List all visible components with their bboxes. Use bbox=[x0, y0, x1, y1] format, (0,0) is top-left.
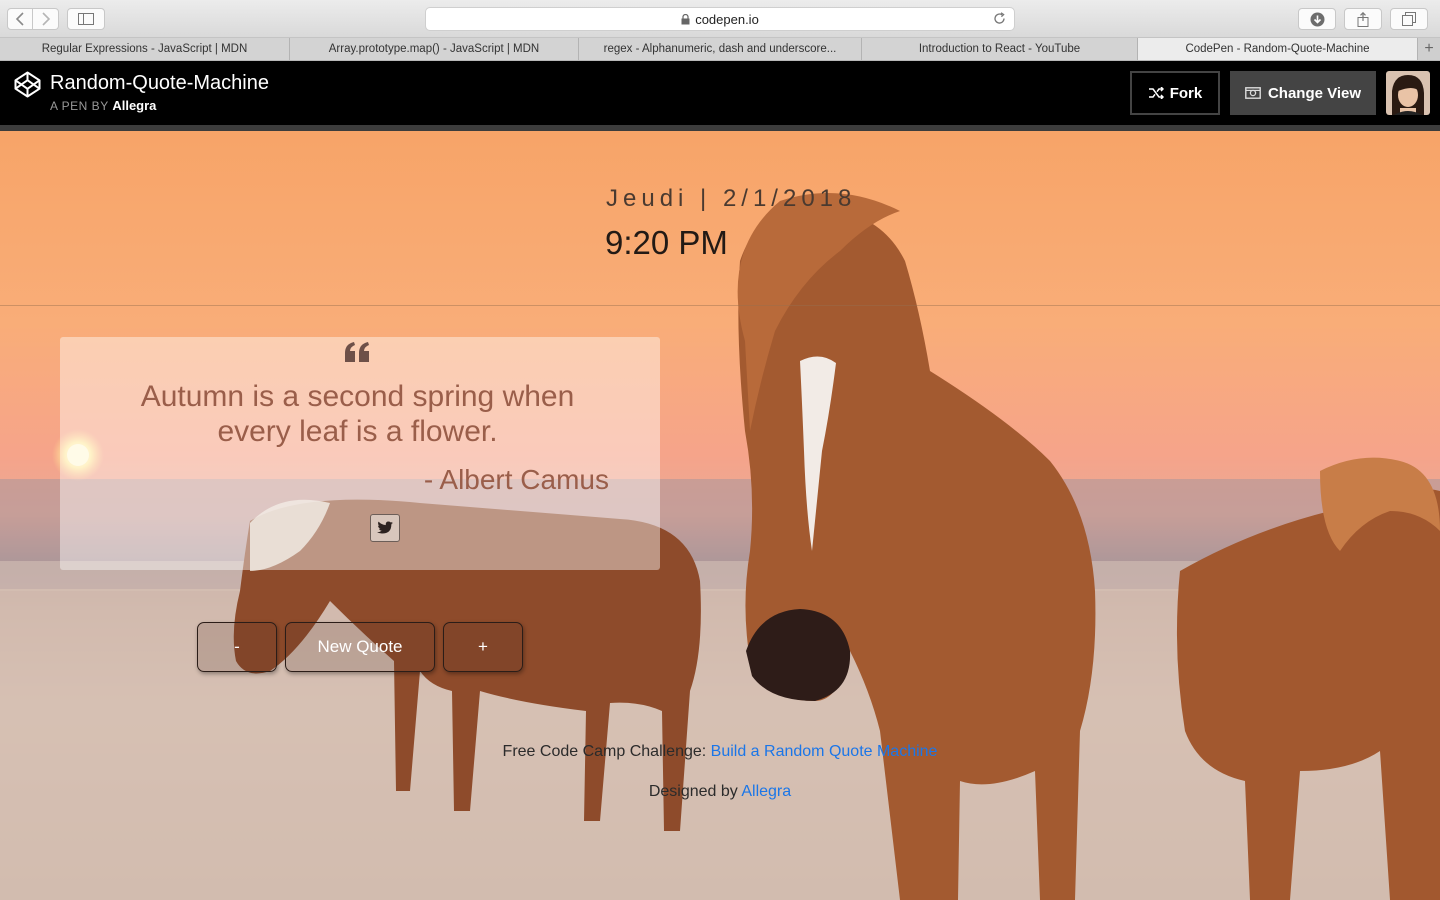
tab-bar: Regular Expressions - JavaScript | MDN A… bbox=[0, 38, 1440, 61]
challenge-link[interactable]: Build a Random Quote Machine bbox=[711, 743, 938, 760]
twitter-icon bbox=[377, 521, 393, 534]
share-button[interactable] bbox=[1344, 8, 1382, 30]
tabs-overview-icon bbox=[1402, 12, 1416, 26]
forward-button[interactable] bbox=[33, 8, 59, 30]
tab-codepen[interactable]: CodePen - Random-Quote-Machine bbox=[1138, 38, 1418, 60]
back-icon bbox=[15, 12, 24, 26]
tab-array-map-mdn[interactable]: Array.prototype.map() - JavaScript | MDN bbox=[290, 38, 579, 60]
tab-react-youtube[interactable]: Introduction to React - YouTube bbox=[862, 38, 1138, 60]
tab-label: regex - Alphanumeric, dash and underscor… bbox=[603, 43, 837, 55]
challenge-prefix: Free Code Camp Challenge: bbox=[502, 743, 711, 760]
toolbar-right bbox=[1290, 8, 1428, 30]
forward-icon bbox=[41, 12, 50, 26]
tab-label: Regular Expressions - JavaScript | MDN bbox=[41, 43, 248, 55]
tab-label: Introduction to React - YouTube bbox=[918, 43, 1081, 55]
designed-prefix: Designed by bbox=[648, 783, 742, 800]
increase-button[interactable]: + bbox=[443, 622, 523, 672]
browser-toolbar: codepen.io bbox=[0, 0, 1440, 38]
tab-regex-mdn[interactable]: Regular Expressions - JavaScript | MDN bbox=[0, 38, 290, 60]
quote-text: Autumn is a second spring when every lea… bbox=[140, 380, 575, 448]
history-nav bbox=[7, 8, 59, 30]
user-avatar[interactable] bbox=[1386, 71, 1430, 115]
designer-credit: Designed by Allegra bbox=[0, 783, 1440, 801]
fork-button[interactable]: Fork bbox=[1130, 71, 1220, 115]
sidebar-button[interactable] bbox=[67, 8, 105, 30]
pen-preview: Jeudi | 2/1/2018 9:20 PM Autumn is a sec… bbox=[0, 131, 1440, 900]
pen-byline: A PEN BY Allegra bbox=[50, 98, 156, 113]
change-view-button[interactable]: Change View bbox=[1230, 71, 1376, 115]
codepen-header: Random-Quote-Machine A PEN BY Allegra Fo… bbox=[0, 61, 1440, 125]
designer-link[interactable]: Allegra bbox=[741, 783, 791, 800]
reload-icon[interactable] bbox=[993, 12, 1006, 25]
download-icon bbox=[1310, 12, 1324, 26]
decrease-button[interactable]: - bbox=[197, 622, 277, 672]
change-view-icon bbox=[1245, 87, 1261, 99]
quote-mark-icon bbox=[345, 342, 369, 362]
url-text: codepen.io bbox=[695, 11, 759, 27]
downloads-button[interactable] bbox=[1298, 8, 1336, 30]
fork-label: Fork bbox=[1169, 84, 1203, 102]
back-button[interactable] bbox=[7, 8, 33, 30]
codepen-logo-icon[interactable] bbox=[14, 71, 41, 98]
date-display: Jeudi | 2/1/2018 bbox=[606, 185, 857, 212]
lock-icon bbox=[681, 13, 690, 25]
tab-regex-stackoverflow[interactable]: regex - Alphanumeric, dash and underscor… bbox=[579, 38, 862, 60]
tabs-overview-button[interactable] bbox=[1390, 8, 1428, 30]
tab-label: Array.prototype.map() - JavaScript | MDN bbox=[328, 43, 540, 55]
quote-card: Autumn is a second spring when every lea… bbox=[60, 337, 660, 570]
pen-author-link[interactable]: Allegra bbox=[112, 98, 156, 113]
sidebar-icon bbox=[78, 13, 94, 25]
quote-author: - Albert Camus bbox=[423, 464, 609, 495]
pen-title: Random-Quote-Machine bbox=[50, 72, 269, 94]
fork-icon bbox=[1148, 87, 1164, 99]
change-view-label: Change View bbox=[1267, 84, 1362, 102]
new-tab-button[interactable]: + bbox=[1418, 38, 1440, 60]
tab-label: CodePen - Random-Quote-Machine bbox=[1185, 43, 1370, 55]
address-bar[interactable]: codepen.io bbox=[425, 7, 1015, 31]
byline-prefix: A PEN BY bbox=[50, 99, 109, 113]
tweet-quote-button[interactable] bbox=[370, 514, 400, 542]
time-display: 9:20 PM bbox=[605, 224, 728, 261]
challenge-credit: Free Code Camp Challenge: Build a Random… bbox=[0, 743, 1440, 761]
new-quote-button[interactable]: New Quote bbox=[285, 622, 435, 672]
divider bbox=[0, 305, 1440, 306]
share-icon bbox=[1357, 11, 1369, 27]
